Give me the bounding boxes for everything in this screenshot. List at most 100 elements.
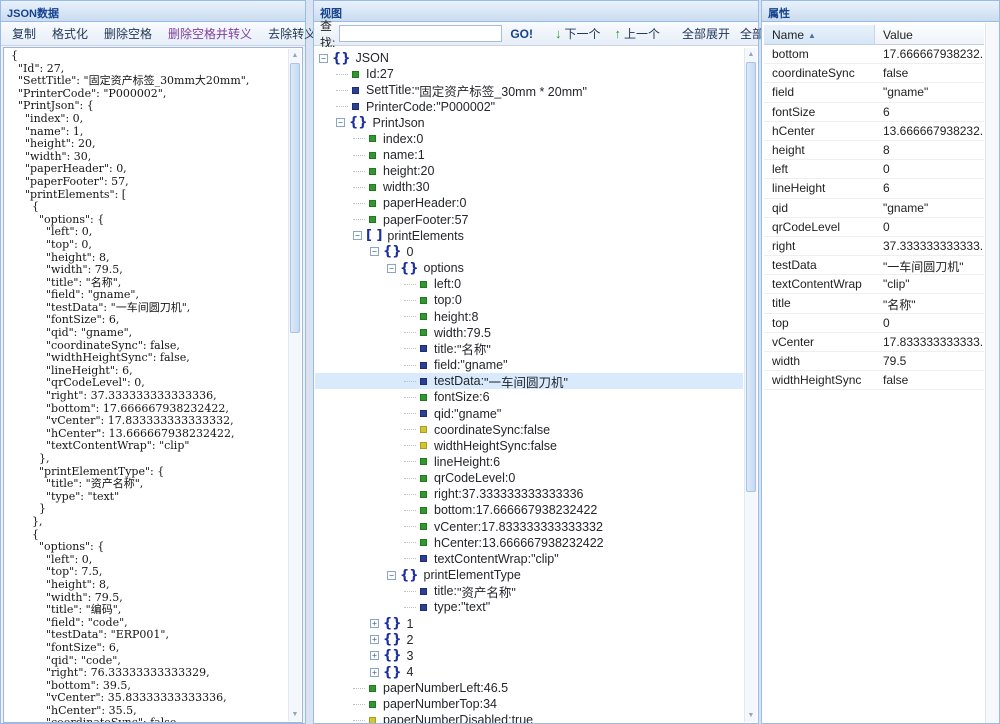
expand-icon[interactable]: + [370,635,379,644]
scroll-up-icon[interactable]: ▲ [745,48,757,61]
property-row[interactable]: hCenter13.666667938232... [764,122,984,141]
property-row[interactable]: fontSize6 [764,103,984,122]
tree-node[interactable]: title : "资产名称" [315,583,743,599]
prev-button[interactable]: ↑ 上一个 [615,25,661,42]
property-row[interactable]: right37.333333333333... [764,237,984,256]
tree-node[interactable]: −{}options [315,260,743,276]
property-row[interactable]: textContentWrap"clip" [764,275,984,294]
property-value[interactable]: 8 [875,141,984,159]
expand-icon[interactable]: + [370,651,379,660]
property-value[interactable]: "gname" [875,199,984,217]
left-toolbar-button[interactable]: 格式化 [44,25,96,42]
tree-node[interactable]: +{}4 [315,664,743,680]
go-button[interactable]: GO! [510,27,533,41]
property-value[interactable]: 0 [875,314,984,332]
property-value[interactable]: "名称" [875,294,984,312]
scroll-down-icon[interactable]: ▼ [745,709,757,722]
tree-node[interactable]: paperNumberDisabled : true [315,712,743,723]
scroll-down-icon[interactable]: ▼ [289,708,301,721]
tree-node[interactable]: testData : "一车间圆刀机" [315,373,743,389]
collapse-icon[interactable]: − [336,118,345,127]
middle-scrollbar-thumb[interactable] [746,62,756,492]
property-row[interactable]: field"gname" [764,83,984,102]
property-value[interactable]: "clip" [875,275,984,293]
collapse-icon[interactable]: − [353,231,362,240]
tree-node[interactable]: title : "名称" [315,341,743,357]
property-row[interactable]: lineHeight6 [764,179,984,198]
next-button[interactable]: ↓ 下一个 [555,25,601,42]
left-toolbar-button[interactable]: 删除空格 [96,25,160,42]
property-value[interactable]: "gname" [875,83,984,101]
property-value[interactable]: false [875,371,984,389]
json-code[interactable]: { "Id": 27, "SettTitle": "固定资产标签_30mm大20… [11,50,285,722]
property-value[interactable]: false [875,64,984,82]
tree-node[interactable]: −{}PrintJson [315,115,743,131]
expand-icon[interactable]: + [370,619,379,628]
property-row[interactable]: bottom17.666667938232... [764,45,984,64]
property-row[interactable]: top0 [764,314,984,333]
tree-node[interactable]: paperNumberTop : 34 [315,696,743,712]
tree-node[interactable]: paperNumberLeft : 46.5 [315,680,743,696]
tree-node[interactable]: +{}2 [315,632,743,648]
json-code-area[interactable]: { "Id": 27, "SettTitle": "固定资产标签_30mm大20… [3,47,303,723]
property-value[interactable]: 79.5 [875,352,984,370]
property-value[interactable]: 6 [875,103,984,121]
tree-node[interactable]: width : 30 [315,179,743,195]
property-value[interactable]: 0 [875,160,984,178]
column-header-value[interactable]: Value [875,25,984,44]
scroll-up-icon[interactable]: ▲ [289,49,301,62]
tree-node[interactable]: qid : "gname" [315,405,743,421]
search-input[interactable] [339,25,502,42]
tree-node[interactable]: −[ ]printElements [315,228,743,244]
property-value[interactable]: 6 [875,179,984,197]
tree-node[interactable]: left : 0 [315,276,743,292]
tree-node[interactable]: widthHeightSync : false [315,438,743,454]
left-toolbar-button[interactable]: 删除空格并转义 [160,25,260,42]
tree-node[interactable]: qrCodeLevel : 0 [315,470,743,486]
property-value[interactable]: 17.666667938232... [875,45,984,63]
tree-node[interactable]: +{}3 [315,648,743,664]
tree-node[interactable]: +{}1 [315,615,743,631]
property-value[interactable]: "一车间圆刀机" [875,256,984,274]
tree-node[interactable]: coordinateSync : false [315,422,743,438]
tree-node[interactable]: Id : 27 [315,66,743,82]
property-row[interactable]: height8 [764,141,984,160]
collapse-icon[interactable]: − [387,571,396,580]
tree-node[interactable]: vCenter : 17.833333333333332 [315,519,743,535]
tree-node[interactable]: −{}printElementType [315,567,743,583]
property-value[interactable]: 0 [875,218,984,236]
left-toolbar-button[interactable]: 复制 [4,25,44,42]
tree-node[interactable]: top : 0 [315,292,743,308]
property-value[interactable]: 37.333333333333... [875,237,984,255]
tree-node[interactable]: bottom : 17.666667938232422 [315,502,743,518]
left-scrollbar[interactable]: ▲ ▼ [288,49,301,721]
tree-node[interactable]: type : "text" [315,599,743,615]
property-row[interactable]: left0 [764,160,984,179]
property-row[interactable]: coordinateSyncfalse [764,64,984,83]
right-scrollbar-track[interactable] [985,23,999,723]
collapse-icon[interactable]: − [370,247,379,256]
property-row[interactable]: qrCodeLevel0 [764,218,984,237]
property-value[interactable]: 17.833333333333... [875,333,984,351]
property-row[interactable]: testData"一车间圆刀机" [764,256,984,275]
property-row[interactable]: width79.5 [764,352,984,371]
tree-node[interactable]: PrinterCode : "P000002" [315,98,743,114]
tree-node[interactable]: paperFooter : 57 [315,212,743,228]
middle-scrollbar[interactable]: ▲ ▼ [744,48,757,722]
tree-node[interactable]: right : 37.333333333333336 [315,486,743,502]
column-header-name[interactable]: Name▲ [764,25,875,44]
property-row[interactable]: vCenter17.833333333333... [764,333,984,352]
tree-node[interactable]: −{}0 [315,244,743,260]
property-row[interactable]: title"名称" [764,294,984,313]
expand-all-button[interactable]: 全部展开 [674,25,738,42]
tree-node[interactable]: textContentWrap : "clip" [315,551,743,567]
collapse-icon[interactable]: − [387,264,396,273]
tree-node[interactable]: field : "gname" [315,357,743,373]
tree-node[interactable]: paperHeader : 0 [315,195,743,211]
property-row[interactable]: widthHeightSyncfalse [764,371,984,390]
tree-node[interactable]: width : 79.5 [315,325,743,341]
property-value[interactable]: 13.666667938232... [875,122,984,140]
tree-node[interactable]: height : 8 [315,309,743,325]
left-scrollbar-thumb[interactable] [290,63,300,333]
expand-icon[interactable]: + [370,668,379,677]
